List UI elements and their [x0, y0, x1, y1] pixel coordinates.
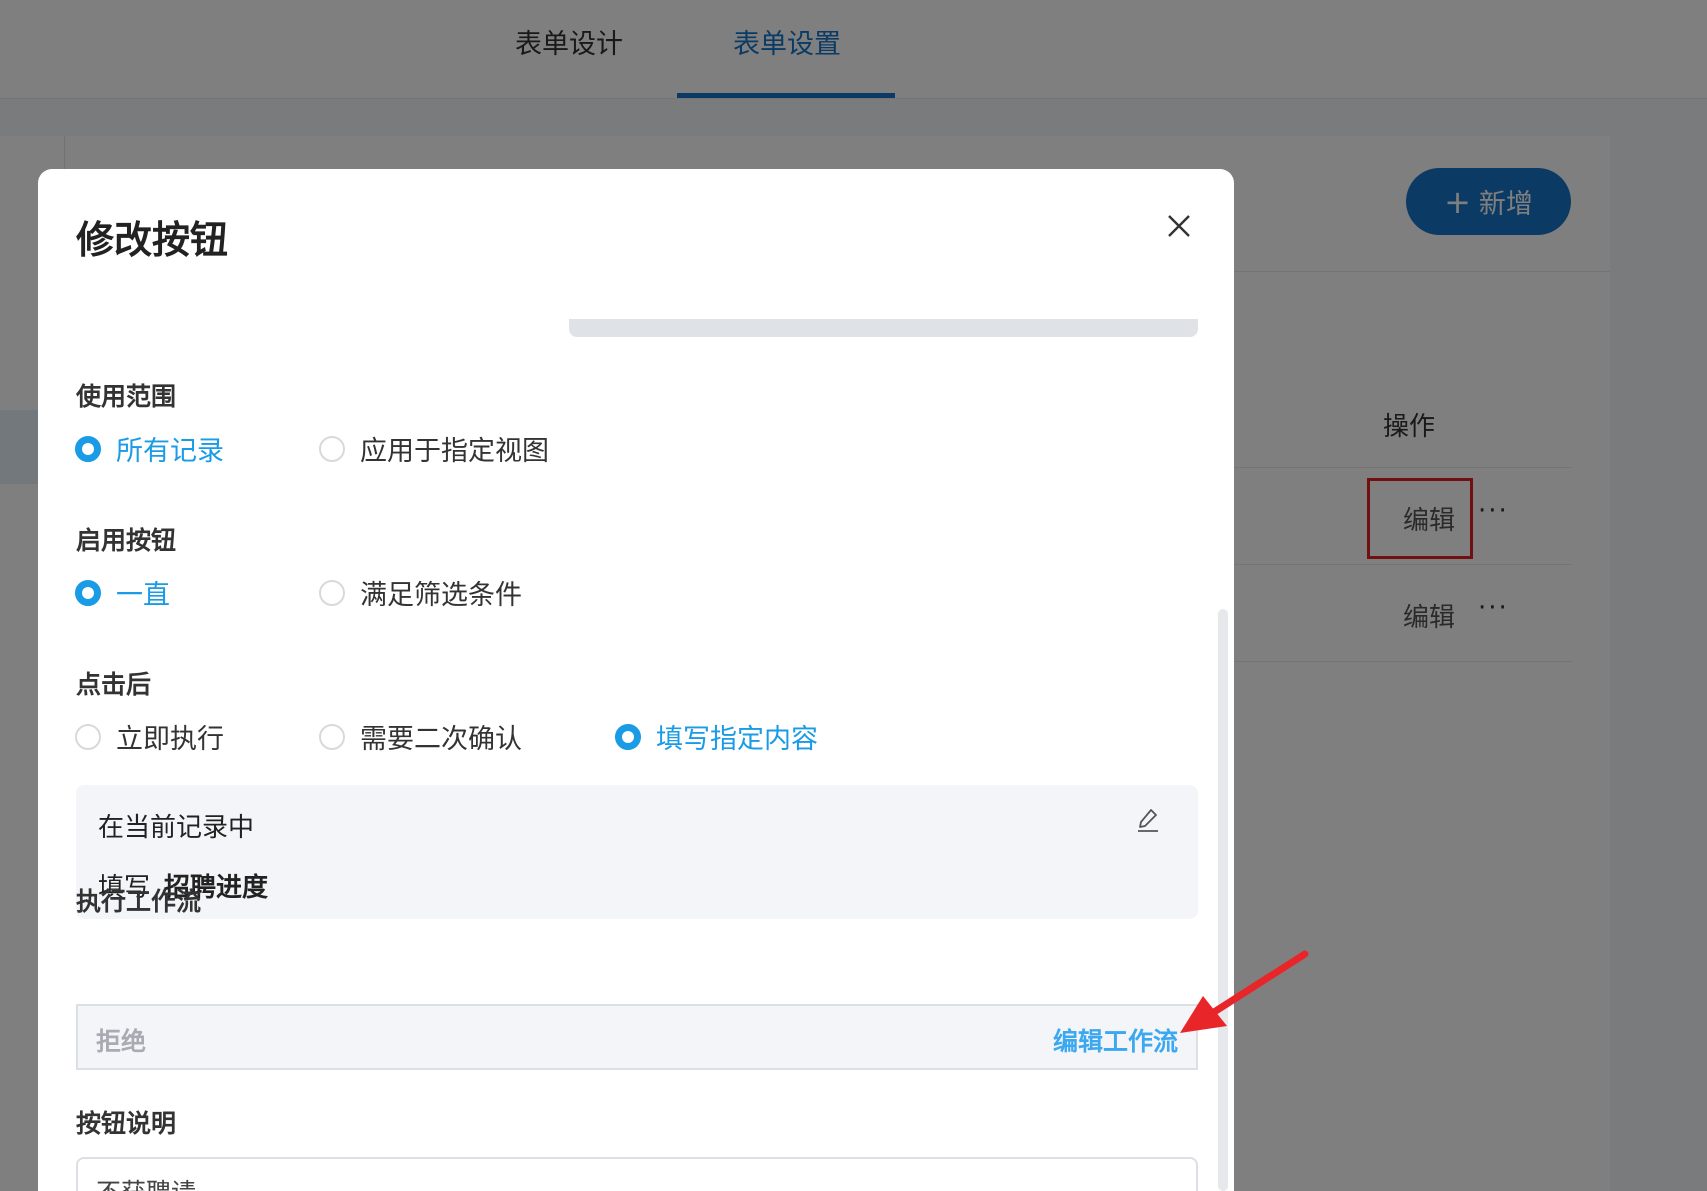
fill-content-summary: 在当前记录中 填写 招聘进度 [76, 785, 1198, 919]
fill-scope-text: 在当前记录中 [98, 813, 255, 843]
description-value: 不获聘请 [96, 1173, 196, 1191]
radio-enable-filter[interactable]: 满足筛选条件 [319, 573, 522, 612]
radio-unchecked-icon [319, 579, 345, 606]
workflow-label: 执行工作流 [76, 887, 202, 916]
close-icon[interactable] [1166, 213, 1192, 239]
workflow-value: 拒绝 [96, 1027, 147, 1056]
radio-after-execute-now[interactable]: 立即执行 [75, 717, 224, 756]
radio-label: 需要二次确认 [360, 724, 522, 755]
radio-after-confirm[interactable]: 需要二次确认 [319, 717, 522, 756]
modal-title: 修改按钮 [76, 218, 229, 262]
workflow-field: 拒绝 编辑工作流 [76, 1004, 1198, 1070]
description-input[interactable]: 不获聘请 [76, 1157, 1198, 1191]
radio-label: 填写指定内容 [656, 724, 818, 755]
radio-checked-icon [615, 723, 641, 750]
radio-enable-always[interactable]: 一直 [75, 573, 170, 612]
edit-button-modal: 修改按钮 使用范围 所有记录 应用于指定视图 启用按钮 一直 满足筛选条件 点击… [38, 169, 1234, 1191]
radio-after-fill-content[interactable]: 填写指定内容 [615, 717, 818, 756]
after-click-label: 点击后 [76, 670, 152, 699]
pencil-edit-icon[interactable] [1136, 807, 1160, 833]
radio-unchecked-icon [319, 723, 345, 750]
radio-label: 立即执行 [116, 724, 224, 755]
collapsed-field-bar [569, 319, 1198, 337]
radio-checked-icon [75, 579, 101, 606]
enable-label: 启用按钮 [76, 526, 177, 555]
description-label: 按钮说明 [76, 1109, 177, 1138]
radio-unchecked-icon [319, 435, 345, 462]
radio-scope-specific-view[interactable]: 应用于指定视图 [319, 429, 549, 468]
radio-checked-icon [75, 435, 101, 462]
radio-label: 满足筛选条件 [360, 580, 522, 611]
annotation-arrow-icon [1180, 950, 1309, 1033]
edit-workflow-link[interactable]: 编辑工作流 [1053, 1022, 1178, 1058]
radio-unchecked-icon [75, 723, 101, 750]
radio-label: 应用于指定视图 [360, 436, 549, 467]
scope-label: 使用范围 [76, 382, 177, 411]
radio-scope-all-records[interactable]: 所有记录 [75, 429, 224, 468]
radio-label: 一直 [116, 580, 170, 611]
radio-label: 所有记录 [116, 436, 224, 467]
modal-scrollbar[interactable] [1218, 609, 1228, 1191]
